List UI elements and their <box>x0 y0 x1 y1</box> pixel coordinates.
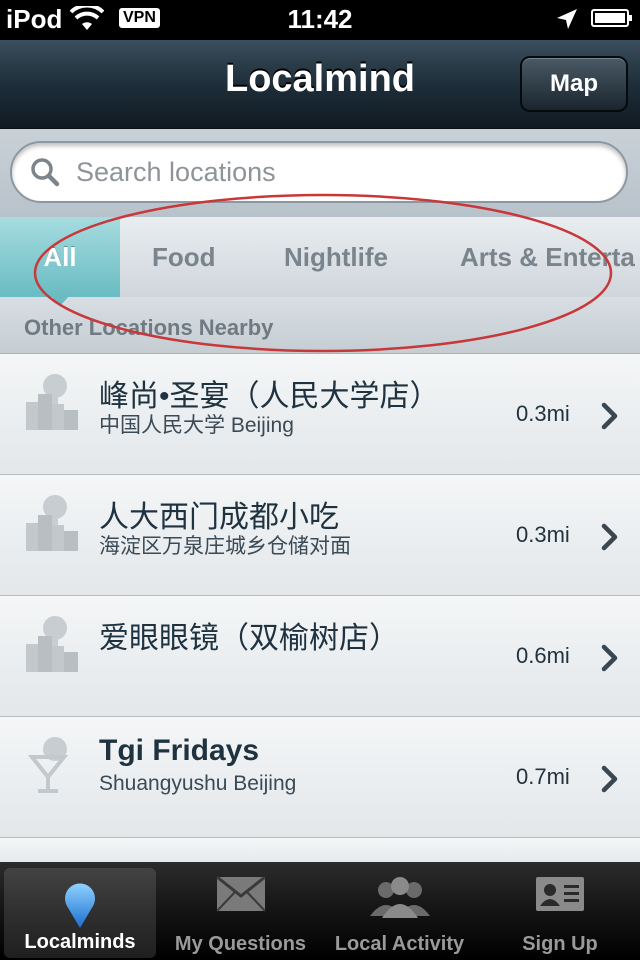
id-card-icon <box>535 876 585 917</box>
location-name: Tgi Fridays <box>99 734 260 767</box>
location-distance: 0.7mi <box>516 764 570 789</box>
location-distance: 0.6mi <box>516 643 570 668</box>
category-selected-indicator <box>49 294 71 306</box>
tab-label: My Questions <box>174 933 307 955</box>
list-item[interactable]: 峰尚•圣宴（人民大学店） 中国人民大学 Beijing 0.3mi <box>0 354 640 475</box>
tab-sign-up[interactable]: Sign Up <box>484 862 636 960</box>
category-food[interactable]: Food <box>152 217 216 297</box>
category-filter: All Food Nightlife Arts & Enterta <box>0 217 640 297</box>
location-name: 爱眼眼镜（双榆树店） <box>99 622 399 655</box>
location-distance: 0.3mi <box>516 522 570 547</box>
search-icon <box>30 157 60 192</box>
category-nightlife[interactable]: Nightlife <box>284 217 388 297</box>
list-item[interactable]: 爱眼眼镜（双榆树店） 0.6mi <box>0 596 640 717</box>
category-arts-entertainment[interactable]: Arts & Enterta <box>460 217 635 297</box>
tab-my-questions[interactable]: My Questions <box>163 862 318 960</box>
building-icon <box>22 493 82 558</box>
status-bar: iPod VPN 11:42 <box>0 0 640 40</box>
battery-icon <box>591 9 632 27</box>
tab-label: Local Activity <box>334 933 465 955</box>
chevron-right-icon <box>600 644 620 677</box>
search-bar: Search locations <box>0 129 640 217</box>
location-address: Shuangyushu Beijing <box>99 772 297 795</box>
map-button[interactable]: Map <box>520 56 628 112</box>
tab-localminds[interactable]: Localminds <box>4 868 156 958</box>
clock: 11:42 <box>287 4 353 34</box>
location-distance: 0.3mi <box>516 401 570 426</box>
envelope-icon <box>215 875 266 917</box>
chevron-right-icon <box>600 402 620 435</box>
list-item[interactable]: 人大西门成都小吃 海淀区万泉庄城乡仓储对面 0.3mi <box>0 475 640 596</box>
section-title: Other Locations Nearby <box>24 315 274 340</box>
location-address: 中国人民大学 Beijing <box>99 414 294 437</box>
tab-local-activity[interactable]: Local Activity <box>323 862 476 960</box>
location-address: 海淀区万泉庄城乡仓储对面 <box>99 535 351 558</box>
map-pin-icon <box>63 882 97 935</box>
search-placeholder: Search locations <box>76 157 276 187</box>
tab-label: Sign Up <box>522 933 598 955</box>
building-icon <box>22 614 82 679</box>
tab-bar: Localminds My Questions Local Activity S… <box>0 862 640 960</box>
section-header: Other Locations Nearby <box>0 297 640 354</box>
navigation-bar: Localmind Map <box>0 40 640 129</box>
list-item[interactable]: Tgi Fridays Shuangyushu Beijing 0.7mi <box>0 717 640 838</box>
chevron-right-icon <box>600 765 620 798</box>
location-arrow-icon <box>556 8 578 35</box>
people-icon <box>368 876 432 923</box>
chevron-right-icon <box>600 523 620 556</box>
cocktail-icon <box>22 735 82 800</box>
building-icon <box>22 372 82 437</box>
tab-label: Localminds <box>24 931 136 953</box>
category-all[interactable]: All <box>0 217 120 297</box>
search-input[interactable]: Search locations <box>10 141 628 203</box>
